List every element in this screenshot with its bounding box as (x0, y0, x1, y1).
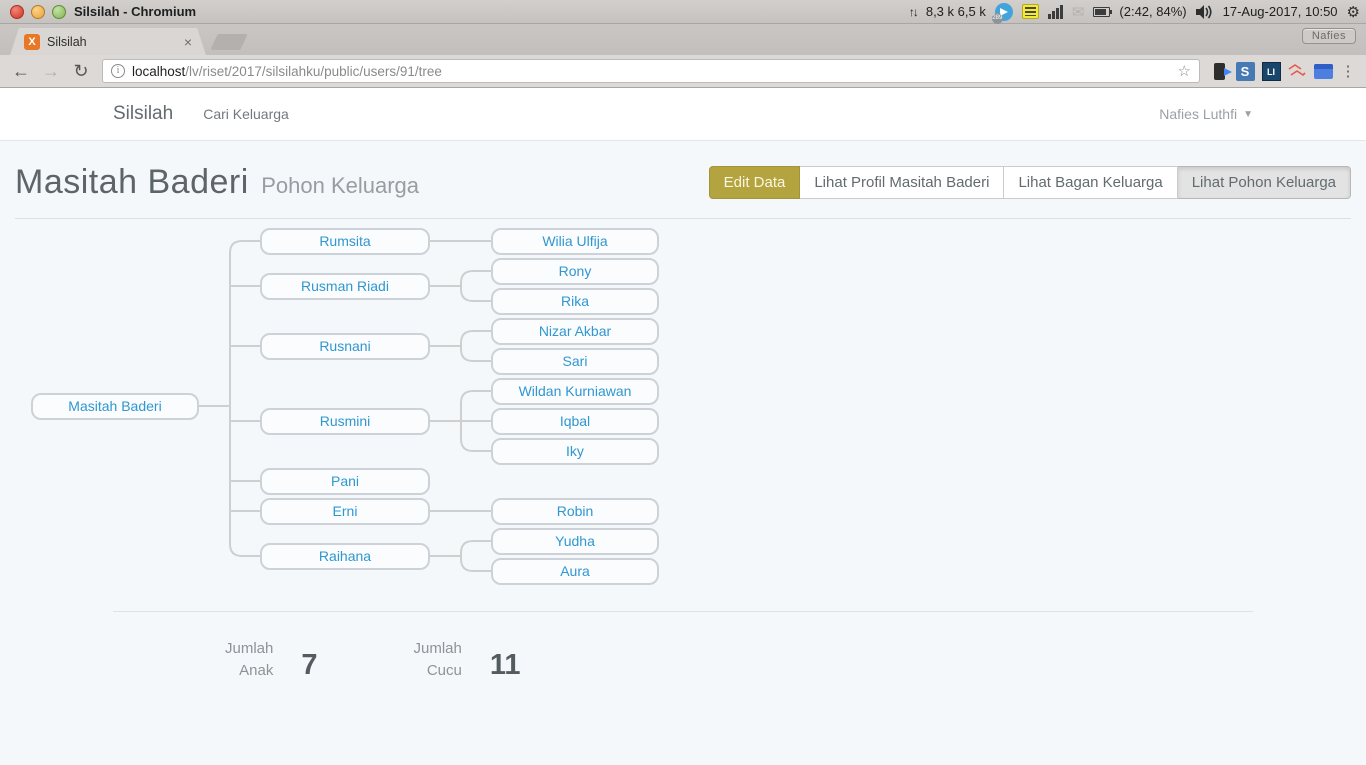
address-bar[interactable]: i localhost/lv/riset/2017/silsilahku/pub… (102, 59, 1200, 83)
site-info-icon[interactable]: i (111, 64, 125, 78)
signal-strength-icon[interactable] (1048, 5, 1063, 19)
url-path: /lv/riset/2017/silsilahku/public/users/9… (185, 64, 442, 79)
desktop-name-badge: Nafies (1302, 28, 1356, 44)
network-traffic-label: 8,3 k 6,5 k (926, 4, 986, 19)
page-title: Masitah Baderi (15, 163, 249, 201)
tree-connector (199, 241, 260, 556)
stat-value: 11 (490, 651, 521, 682)
telegram-unread-badge: 289 (992, 13, 1003, 24)
tree-node[interactable]: Iqbal (491, 408, 659, 435)
stat-jumlah-anak: Jumlah Anak 7 (225, 638, 318, 682)
tree-connector (430, 391, 491, 451)
window-minimize-button[interactable] (31, 5, 45, 19)
tree-node[interactable]: Erni (260, 498, 430, 525)
caret-down-icon: ▼ (1243, 109, 1253, 120)
tree-node[interactable]: Iky (491, 438, 659, 465)
system-tray: ↑↓ 8,3 k 6,5 k 289 ✉ (2:42, 84%) 17-Aug-… (909, 3, 1360, 21)
window-title: Silsilah - Chromium (74, 4, 196, 19)
stats-section: Jumlah Anak 7 Jumlah Cucu 11 (113, 611, 1253, 682)
reload-button[interactable]: ↻ (68, 59, 94, 83)
notes-indicator-icon[interactable] (1022, 4, 1039, 19)
notes-lines-icon (1025, 7, 1036, 16)
battery-label: (2:42, 84%) (1119, 4, 1186, 19)
network-traffic-icon[interactable]: ↑↓ (909, 5, 917, 19)
tree-node[interactable]: Robin (491, 498, 659, 525)
family-tree: Masitah Baderi Rumsita Wilia Ulfija Rusman … (15, 219, 1351, 593)
tree-node[interactable]: Wilia Ulfija (491, 228, 659, 255)
browser-tab-silsilah[interactable]: X Silsilah × (10, 28, 206, 55)
edit-data-button[interactable]: Edit Data (709, 166, 801, 199)
tree-node[interactable]: Rony (491, 258, 659, 285)
tree-node[interactable]: Raihana (260, 543, 430, 570)
tree-node[interactable]: Yudha (491, 528, 659, 555)
tree-node[interactable]: Rumsita (260, 228, 430, 255)
extension-phone-icon[interactable] (1208, 60, 1230, 82)
browser-menu-icon[interactable]: ⋮ (1338, 62, 1358, 80)
window-close-button[interactable] (10, 5, 24, 19)
page-viewport: Silsilah Cari Keluarga Nafies Luthfi ▼ M… (0, 88, 1366, 765)
extension-li-icon[interactable]: LI (1260, 60, 1282, 82)
window-maximize-button[interactable] (52, 5, 66, 19)
stat-jumlah-cucu: Jumlah Cucu 11 (414, 638, 521, 682)
tree-node[interactable]: Wildan Kurniawan (491, 378, 659, 405)
tree-connector (430, 541, 491, 571)
tab-title: Silsilah (47, 35, 182, 49)
tree-node[interactable]: Masitah Baderi (31, 393, 199, 420)
brand-link[interactable]: Silsilah (113, 103, 173, 125)
browser-toolbar: ← → ↻ i localhost/lv/riset/2017/silsilah… (0, 55, 1366, 88)
tree-node[interactable]: Sari (491, 348, 659, 375)
tree-node[interactable]: Rika (491, 288, 659, 315)
forward-button[interactable]: → (38, 59, 64, 83)
back-button[interactable]: ← (8, 59, 34, 83)
lihat-bagan-button[interactable]: Lihat Bagan Keluarga (1004, 166, 1177, 199)
tree-node[interactable]: Pani (260, 468, 430, 495)
extension-laravel-icon[interactable] (1286, 60, 1308, 82)
bookmark-star-icon[interactable]: ☆ (1178, 62, 1191, 80)
nav-link-cari-keluarga[interactable]: Cari Keluarga (203, 106, 289, 122)
tree-node[interactable]: Rusnani (260, 333, 430, 360)
tab-close-icon[interactable]: × (182, 34, 194, 50)
mail-icon[interactable]: ✉ (1072, 3, 1085, 21)
site-navbar: Silsilah Cari Keluarga Nafies Luthfi ▼ (0, 88, 1366, 141)
url-host: localhost (132, 64, 185, 79)
page-subtitle: Pohon Keluarga (261, 173, 419, 198)
tree-connector (430, 331, 491, 361)
action-button-group: Edit Data Lihat Profil Masitah Baderi Li… (709, 166, 1351, 199)
tree-node[interactable]: Aura (491, 558, 659, 585)
new-tab-button[interactable] (210, 34, 247, 50)
window-controls (10, 5, 66, 19)
lihat-profil-button[interactable]: Lihat Profil Masitah Baderi (800, 166, 1004, 199)
battery-icon[interactable] (1093, 7, 1110, 17)
xampp-favicon-icon: X (24, 34, 40, 50)
lihat-pohon-button[interactable]: Lihat Pohon Keluarga (1178, 166, 1351, 199)
stat-value: 7 (301, 651, 317, 682)
stat-label: Jumlah Anak (225, 638, 273, 682)
clock-label[interactable]: 17-Aug-2017, 10:50 (1223, 4, 1338, 19)
extension-box-icon[interactable] (1312, 60, 1334, 82)
extension-s-icon[interactable]: S (1234, 60, 1256, 82)
url-text[interactable]: localhost/lv/riset/2017/silsilahku/publi… (132, 64, 1172, 79)
tree-node[interactable]: Rusman Riadi (260, 273, 430, 300)
system-panel: Silsilah - Chromium ↑↓ 8,3 k 6,5 k 289 ✉… (0, 0, 1366, 24)
tab-strip: X Silsilah × Nafies (0, 24, 1366, 55)
user-name: Nafies Luthfi (1159, 106, 1237, 122)
page-heading: Masitah Baderi Pohon Keluarga (15, 163, 419, 202)
tree-connector (430, 271, 491, 301)
stat-label: Jumlah Cucu (414, 638, 462, 682)
gear-icon[interactable]: ⚙ (1347, 3, 1360, 21)
tree-node[interactable]: Nizar Akbar (491, 318, 659, 345)
telegram-icon[interactable]: 289 (995, 3, 1013, 21)
volume-icon[interactable] (1196, 5, 1214, 19)
tree-node[interactable]: Rusmini (260, 408, 430, 435)
user-dropdown[interactable]: Nafies Luthfi ▼ (1159, 106, 1253, 122)
